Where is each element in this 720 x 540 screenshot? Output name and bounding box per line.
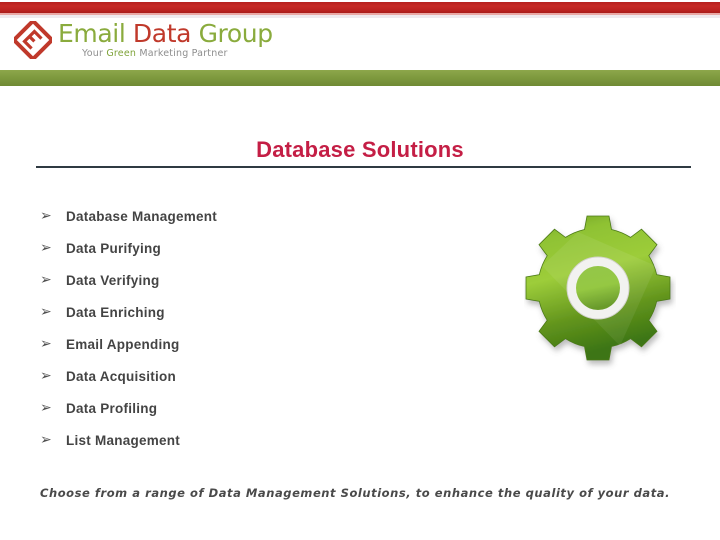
logo-wordmark: Email Data Group bbox=[58, 19, 273, 48]
list-item-label: List Management bbox=[66, 432, 181, 448]
list-item[interactable]: ➢ List Management bbox=[40, 424, 460, 456]
chevron-bullet-icon: ➢ bbox=[40, 432, 52, 448]
list-item-label: Data Enriching bbox=[66, 304, 165, 320]
list-item-label: Data Acquisition bbox=[66, 368, 177, 384]
list-item-label: Email Appending bbox=[66, 336, 180, 352]
chevron-bullet-icon: ➢ bbox=[40, 368, 52, 384]
tagline-part-1: Your bbox=[82, 48, 107, 59]
footer-note: Choose from a range of Data Management S… bbox=[40, 486, 671, 500]
title-divider bbox=[36, 166, 691, 168]
logo-word-email: Email bbox=[58, 19, 126, 48]
list-item-label: Data Purifying bbox=[66, 240, 162, 256]
list-item[interactable]: ➢ Data Verifying bbox=[40, 264, 460, 296]
logo-tagline: Your Green Marketing Partner bbox=[58, 48, 273, 60]
list-item-label: Data Verifying bbox=[66, 272, 160, 288]
header-green-band bbox=[0, 70, 720, 86]
diamond-e-logo-mark-icon bbox=[11, 18, 55, 62]
logo-word-data: Data bbox=[132, 19, 192, 48]
brand-logo[interactable]: Email Data Group Your Green Marketing Pa… bbox=[11, 18, 344, 67]
list-item[interactable]: ➢ Email Appending bbox=[40, 328, 460, 360]
tagline-part-green: Green bbox=[106, 48, 137, 59]
logo-text-block: Email Data Group Your Green Marketing Pa… bbox=[58, 19, 273, 60]
top-pale-line bbox=[0, 15, 720, 18]
chevron-bullet-icon: ➢ bbox=[40, 400, 52, 416]
chevron-bullet-icon: ➢ bbox=[40, 208, 52, 224]
page-header: Email Data Group Your Green Marketing Pa… bbox=[0, 0, 720, 88]
tagline-part-2: Marketing Partner bbox=[136, 48, 228, 59]
list-item[interactable]: ➢ Data Enriching bbox=[40, 296, 460, 328]
list-item[interactable]: ➢ Data Profiling bbox=[40, 392, 460, 424]
page-title: Database Solutions bbox=[256, 137, 464, 162]
list-item[interactable]: ➢ Data Purifying bbox=[40, 232, 460, 264]
list-item-label: Data Profiling bbox=[66, 400, 158, 416]
chevron-bullet-icon: ➢ bbox=[40, 304, 52, 320]
top-red-accent-bar bbox=[0, 2, 720, 13]
chevron-bullet-icon: ➢ bbox=[40, 336, 52, 352]
services-list: ➢ Database Management ➢ Data Purifying ➢… bbox=[40, 200, 460, 456]
chevron-bullet-icon: ➢ bbox=[40, 272, 52, 288]
list-item[interactable]: ➢ Data Acquisition bbox=[40, 360, 460, 392]
logo-word-group: Group bbox=[198, 19, 274, 48]
list-item-label: Database Management bbox=[66, 208, 218, 224]
gear-icon bbox=[524, 210, 676, 370]
list-item[interactable]: ➢ Database Management bbox=[40, 200, 460, 232]
chevron-bullet-icon: ➢ bbox=[40, 240, 52, 256]
